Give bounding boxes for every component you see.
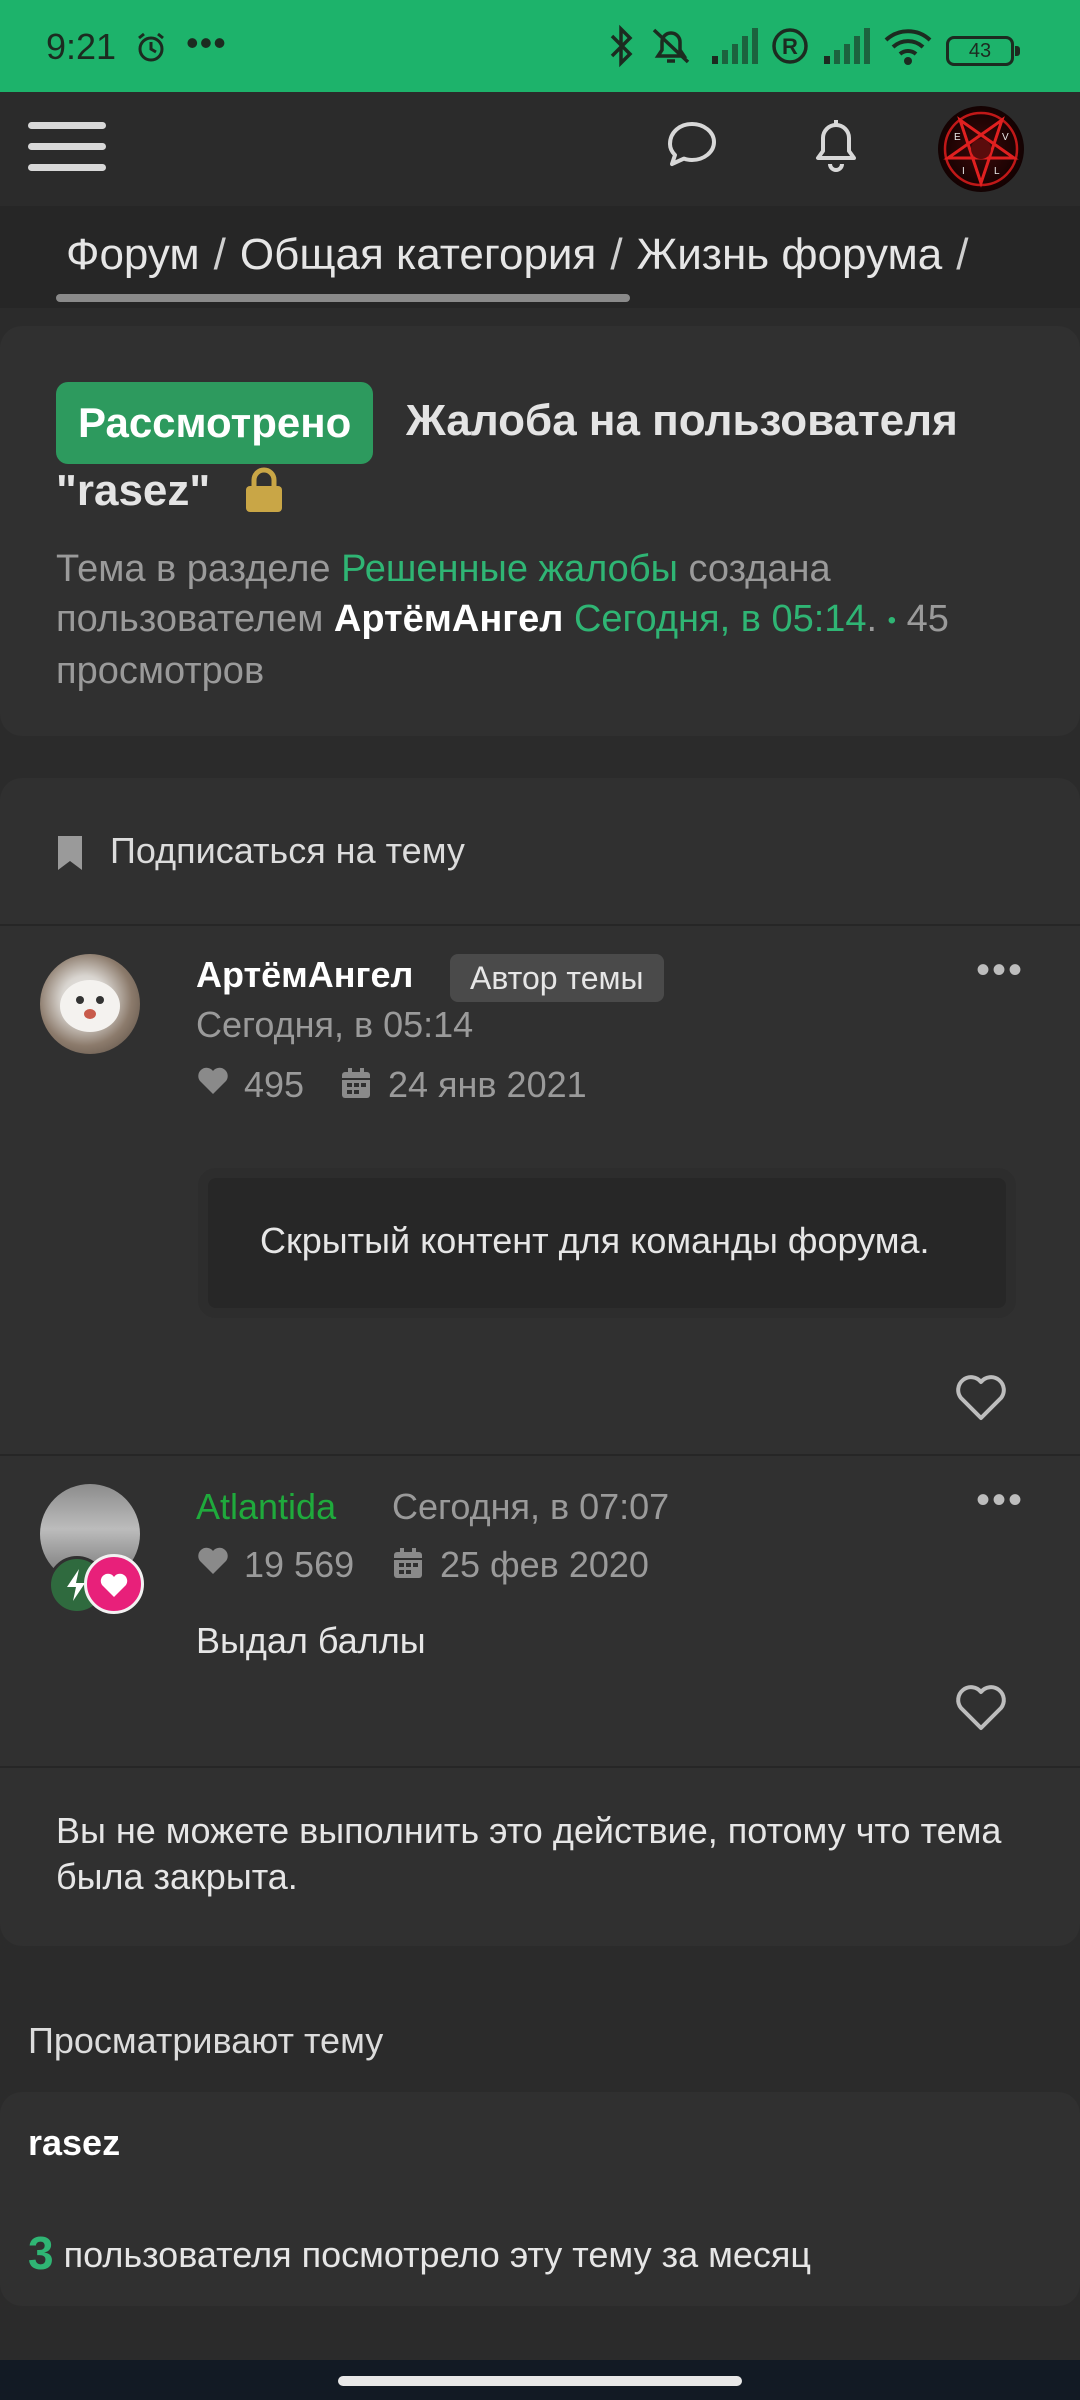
post-author-name[interactable]: АртёмАнгел <box>196 954 413 996</box>
divider <box>0 1454 1080 1456</box>
more-notifications-icon: ••• <box>186 22 227 63</box>
home-gesture-handle[interactable] <box>338 2376 742 2386</box>
subscribe-label: Подписаться на тему <box>110 830 465 871</box>
viewing-section-title: Просматривают тему <box>28 2020 384 2061</box>
roaming-icon: R <box>770 24 810 73</box>
breadcrumb-separator: / <box>213 230 226 279</box>
join-date: 25 фев 2020 <box>440 1544 649 1585</box>
likes-count: 19 569 <box>244 1544 355 1585</box>
user-avatar[interactable]: E V I L <box>938 106 1024 192</box>
thread-title: Жалоба на пользователя <box>406 396 958 445</box>
post-body: Выдал баллы <box>196 1620 426 1661</box>
thread-header-card: Рассмотрено Жалоба на пользователя "rase… <box>0 326 1080 736</box>
svg-text:V: V <box>1002 132 1009 143</box>
join-date: 24 янв 2021 <box>388 1064 587 1105</box>
system-navigation-bar <box>0 2360 1080 2400</box>
like-button[interactable] <box>954 1372 1008 1427</box>
viewing-card: rasez 3 пользователя посмотрело эту тему… <box>0 2092 1080 2306</box>
hidden-content-text: Скрытый контент для команды форума. <box>260 1220 930 1261</box>
thread-author-link[interactable]: АртёмАнгел <box>334 598 564 640</box>
app-header: E V I L <box>0 92 1080 206</box>
mute-bell-icon <box>648 24 694 73</box>
monthly-view-count: 3 пользователя посмотрело эту тему за ме… <box>28 2226 811 2280</box>
viewer-username[interactable]: rasez <box>28 2122 120 2164</box>
calendar-icon <box>340 1066 372 1109</box>
calendar-icon <box>392 1546 424 1589</box>
likes-heart-icon <box>196 1544 230 1587</box>
svg-text:L: L <box>994 166 1000 177</box>
alarm-icon <box>134 30 168 69</box>
breadcrumb-separator: / <box>956 230 969 279</box>
signal-icon-2 <box>822 24 870 73</box>
likes-count: 495 <box>244 1064 305 1105</box>
likes-heart-icon <box>196 1064 230 1107</box>
svg-text:I: I <box>962 166 965 177</box>
breadcrumb-item-forum-life[interactable]: Жизнь форума <box>637 230 943 279</box>
breadcrumb-scrollbar[interactable] <box>56 294 630 302</box>
clock: 9:21 <box>46 26 117 67</box>
section-link[interactable]: Решенные жалобы <box>341 548 678 590</box>
thread-closed-notice: Вы не можете выполнить это действие, пот… <box>56 1810 1002 1897</box>
divider <box>0 924 1080 926</box>
status-bar: 9:21 ••• R 43 <box>0 0 1080 92</box>
heart-badge-icon <box>84 1554 144 1614</box>
chat-icon[interactable] <box>664 116 720 177</box>
breadcrumb: Форум / Общая категория / Жизнь форума / <box>66 230 983 280</box>
posts-card: Подписаться на тему АртёмАнгел Автор тем… <box>0 778 1080 1946</box>
thread-author-badge: Автор темы <box>450 954 664 1002</box>
notifications-bell-icon[interactable] <box>808 114 864 179</box>
signal-icon-1 <box>710 24 758 73</box>
meta-period: . <box>866 598 878 640</box>
post-time[interactable]: Сегодня, в 05:14 <box>196 1004 473 1046</box>
meta-text: Тема в разделе <box>56 548 342 590</box>
thread-title-continued: "rasez" <box>56 466 211 515</box>
post-more-button[interactable]: ••• <box>976 948 1024 993</box>
divider <box>0 1766 1080 1768</box>
thread-meta: Тема в разделе Решенные жалобы создана п… <box>56 544 1036 696</box>
like-button[interactable] <box>954 1682 1008 1737</box>
battery-icon: 43 <box>946 36 1020 66</box>
svg-text:R: R <box>782 34 798 59</box>
status-tag: Рассмотрено <box>56 382 374 464</box>
view-count-number: 3 <box>28 2227 54 2279</box>
wifi-icon <box>882 24 934 73</box>
view-count-text: пользователя посмотрело эту тему за меся… <box>53 2234 811 2275</box>
post-author-avatar[interactable] <box>40 954 140 1054</box>
breadcrumb-item-forum[interactable]: Форум <box>66 230 200 279</box>
bookmark-icon <box>56 834 84 881</box>
hidden-content-box: Скрытый контент для команды форума. <box>198 1168 1016 1318</box>
breadcrumb-item-general[interactable]: Общая категория <box>240 230 596 279</box>
breadcrumb-separator: / <box>610 230 623 279</box>
bluetooth-icon <box>606 24 636 73</box>
post-more-button[interactable]: ••• <box>976 1478 1024 1523</box>
breadcrumb-bar: Форум / Общая категория / Жизнь форума / <box>0 206 1080 308</box>
lock-icon <box>244 466 284 519</box>
menu-icon[interactable] <box>28 114 106 182</box>
svg-text:E: E <box>954 132 961 143</box>
post-author-name[interactable]: Atlantida <box>196 1486 336 1528</box>
post-time[interactable]: Сегодня, в 07:07 <box>392 1486 669 1528</box>
thread-created-time[interactable]: Сегодня, в 05:14 <box>574 598 867 640</box>
separator-dot: • <box>887 606 897 634</box>
